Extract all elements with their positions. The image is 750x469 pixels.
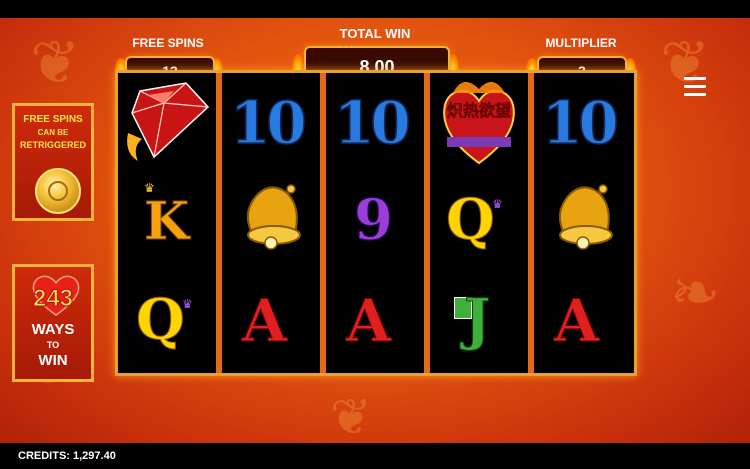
menu-icon[interactable]: [684, 77, 706, 97]
symbol-wild: 炽热欲望: [430, 73, 528, 173]
ace-letter: A: [241, 287, 288, 356]
symbol-king: ♛ K: [118, 173, 216, 273]
coin-icon: [35, 168, 81, 214]
symbol-ten: 10: [326, 73, 424, 173]
wild-symbol-text: 炽热欲望: [446, 103, 512, 121]
symbol-ten: 10: [534, 73, 632, 173]
nine-number: 9: [354, 187, 394, 254]
flourish-icon: ❧: [670, 258, 721, 328]
credits-display: CREDITS: 1,297.40: [18, 450, 116, 462]
retrigger-line1: FREE SPINS: [23, 114, 83, 125]
ace-letter: A: [345, 287, 392, 356]
crown-icon: ♛: [492, 197, 503, 211]
ways-line1: WAYS: [31, 321, 75, 338]
reel-1: ♛ K Q ♛: [118, 73, 216, 373]
top-bar: [0, 0, 750, 18]
symbol-queen: Q ♛: [430, 173, 528, 273]
ace-letter: A: [553, 287, 600, 356]
reel-grid: ♛ K Q ♛ 10 A 10 9 A 炽热欲望 Q ♛ J 10 A: [115, 70, 637, 376]
symbol-bell: [534, 173, 632, 273]
symbol-queen: Q ♛: [118, 273, 216, 373]
flourish-icon: ❦: [330, 388, 372, 443]
footer-bar: CREDITS: 1,297.40: [0, 443, 750, 469]
ten-number: 10: [541, 88, 619, 158]
retrigger-info-panel: FREE SPINS CAN BE RETRIGGERED: [12, 103, 94, 221]
symbol-ace: A: [326, 273, 424, 373]
ways-to-win-panel: 243 WAYS TO WIN: [12, 264, 94, 382]
ways-number: 243: [32, 285, 74, 313]
bell-icon: [246, 184, 301, 250]
symbol-jack: J: [430, 273, 528, 373]
symbol-ace: A: [534, 273, 632, 373]
ten-number: 10: [333, 88, 411, 158]
flourish-icon: ❦: [30, 28, 81, 98]
reel-5: 10 A: [534, 73, 632, 373]
free-spins-label: FREE SPINS: [132, 36, 204, 50]
symbol-nine: 9: [326, 173, 424, 273]
reel-2: 10 A: [222, 73, 320, 373]
crown-icon: ♛: [182, 297, 193, 311]
queen-letter: Q: [136, 287, 186, 354]
ways-line3: WIN: [38, 352, 68, 369]
diamond-icon: [127, 82, 210, 161]
symbol-ace: A: [222, 273, 320, 373]
jack-letter: J: [464, 287, 491, 354]
ten-number: 10: [229, 88, 307, 158]
wild-heart-icon: [443, 81, 515, 165]
bell-icon: [558, 184, 613, 250]
symbol-diamond: [118, 73, 216, 173]
symbol-bell: [222, 173, 320, 273]
king-letter: K: [143, 191, 190, 253]
retrigger-line2: CAN BE: [37, 128, 69, 137]
reel-3: 10 9 A: [326, 73, 424, 373]
multiplier-label: MULTIPLIER: [545, 36, 617, 50]
total-win-label: TOTAL WIN: [339, 26, 411, 41]
queen-letter: Q: [446, 187, 496, 254]
retrigger-line3: RETRIGGERED: [19, 140, 86, 150]
ways-line2: TO: [46, 340, 60, 350]
reel-4: 炽热欲望 Q ♛ J: [430, 73, 528, 373]
symbol-ten: 10: [222, 73, 320, 173]
